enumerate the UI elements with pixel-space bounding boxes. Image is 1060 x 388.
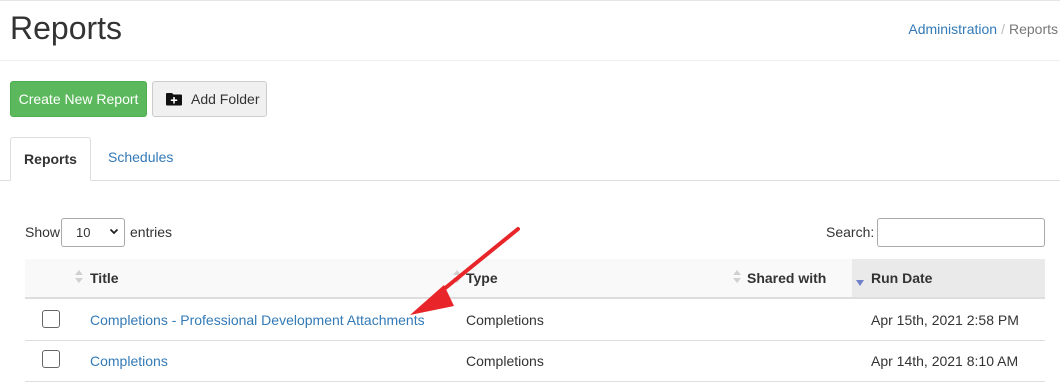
annotation-arrow-icon — [410, 227, 520, 315]
